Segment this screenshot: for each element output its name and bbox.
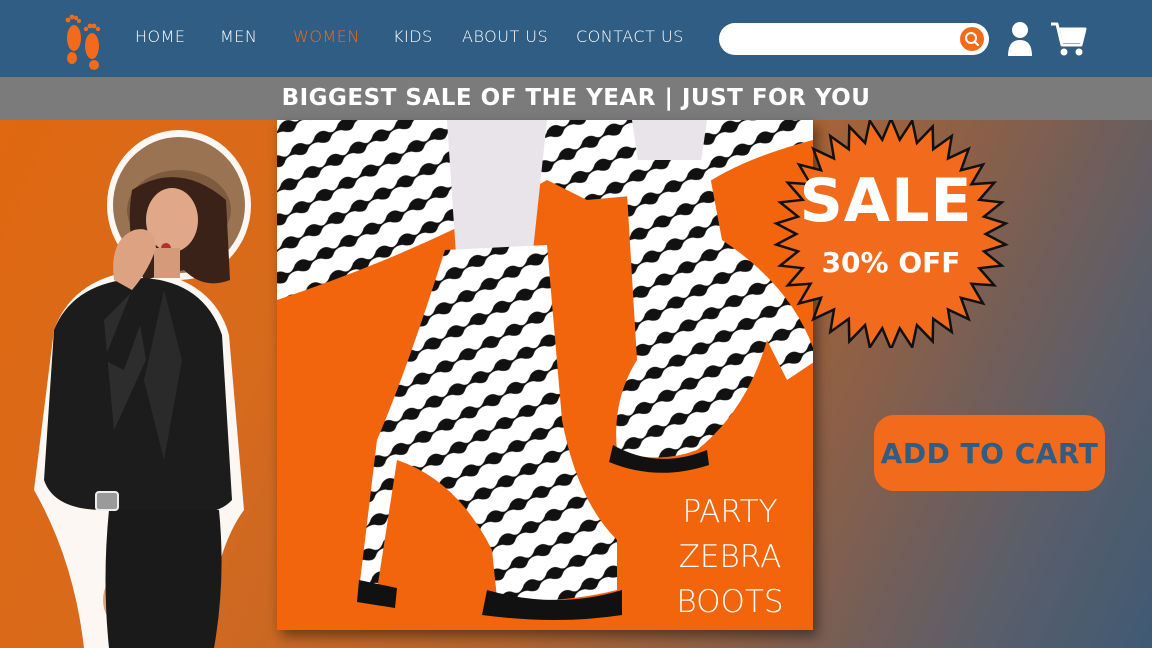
product-title: PARTY ZEBRA BOOTS <box>645 490 815 625</box>
nav-item-contact-us[interactable]: CONTACT US <box>576 27 684 46</box>
search-icon <box>965 32 980 47</box>
top-nav-bar: HOME MEN WOMEN KIDS ABOUT US CONTACT US <box>0 0 1152 77</box>
sale-label: SALE <box>799 166 973 236</box>
search-input[interactable] <box>719 23 989 55</box>
cart-icon[interactable] <box>1049 20 1087 58</box>
model-image <box>34 130 251 648</box>
search-button[interactable] <box>960 27 984 51</box>
nav-item-kids[interactable]: KIDS <box>393 27 433 46</box>
nav-item-about-us[interactable]: ABOUT US <box>462 27 548 46</box>
promo-banner: BIGGEST SALE OF THE YEAR | JUST FOR YOU <box>0 77 1152 120</box>
footprints-icon[interactable] <box>62 8 104 70</box>
nav-item-men[interactable]: MEN <box>220 27 257 46</box>
sale-discount: 30% OFF <box>821 246 961 279</box>
add-to-cart-button[interactable]: ADD TO CART <box>874 415 1105 491</box>
product-title-line: PARTY <box>682 494 778 530</box>
user-icon[interactable] <box>1006 21 1034 57</box>
product-title-line: ZEBRA <box>678 539 782 575</box>
product-title-line: BOOTS <box>676 584 784 620</box>
nav-item-home[interactable]: HOME <box>135 27 186 46</box>
nav-item-women[interactable]: WOMEN <box>293 27 360 46</box>
promo-banner-text: BIGGEST SALE OF THE YEAR | JUST FOR YOU <box>281 85 871 111</box>
